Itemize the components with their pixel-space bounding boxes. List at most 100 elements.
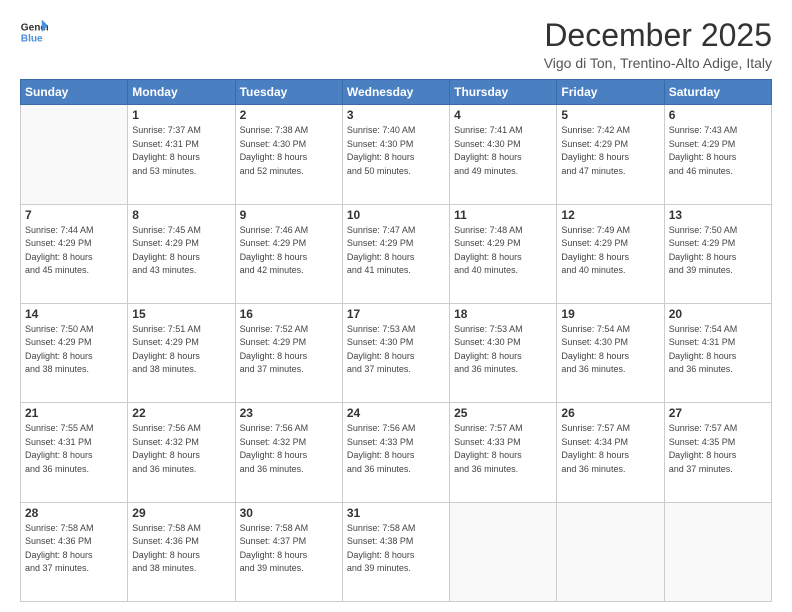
page: General Blue December 2025 Vigo di Ton, …	[0, 0, 792, 612]
day-info: Sunrise: 7:45 AM Sunset: 4:29 PM Dayligh…	[132, 224, 230, 278]
table-row	[664, 502, 771, 601]
day-info: Sunrise: 7:56 AM Sunset: 4:32 PM Dayligh…	[240, 422, 338, 476]
table-row: 20 Sunrise: 7:54 AM Sunset: 4:31 PM Dayli…	[664, 303, 771, 402]
table-row: 7 Sunrise: 7:44 AM Sunset: 4:29 PM Daylig…	[21, 204, 128, 303]
day-number: 10	[347, 208, 445, 222]
table-row: 6 Sunrise: 7:43 AM Sunset: 4:29 PM Daylig…	[664, 105, 771, 204]
day-info: Sunrise: 7:54 AM Sunset: 4:31 PM Dayligh…	[669, 323, 767, 377]
table-row: 28 Sunrise: 7:58 AM Sunset: 4:36 PM Dayli…	[21, 502, 128, 601]
day-info: Sunrise: 7:57 AM Sunset: 4:34 PM Dayligh…	[561, 422, 659, 476]
table-row: 13 Sunrise: 7:50 AM Sunset: 4:29 PM Dayli…	[664, 204, 771, 303]
calendar-week-row: 21 Sunrise: 7:55 AM Sunset: 4:31 PM Dayli…	[21, 403, 772, 502]
day-info: Sunrise: 7:43 AM Sunset: 4:29 PM Dayligh…	[669, 124, 767, 178]
day-number: 19	[561, 307, 659, 321]
day-info: Sunrise: 7:53 AM Sunset: 4:30 PM Dayligh…	[347, 323, 445, 377]
day-number: 27	[669, 406, 767, 420]
day-number: 14	[25, 307, 123, 321]
table-row: 23 Sunrise: 7:56 AM Sunset: 4:32 PM Dayli…	[235, 403, 342, 502]
day-number: 23	[240, 406, 338, 420]
day-info: Sunrise: 7:47 AM Sunset: 4:29 PM Dayligh…	[347, 224, 445, 278]
day-number: 30	[240, 506, 338, 520]
table-row: 27 Sunrise: 7:57 AM Sunset: 4:35 PM Dayli…	[664, 403, 771, 502]
col-thursday: Thursday	[450, 80, 557, 105]
day-info: Sunrise: 7:58 AM Sunset: 4:36 PM Dayligh…	[132, 522, 230, 576]
day-info: Sunrise: 7:40 AM Sunset: 4:30 PM Dayligh…	[347, 124, 445, 178]
table-row: 3 Sunrise: 7:40 AM Sunset: 4:30 PM Daylig…	[342, 105, 449, 204]
day-info: Sunrise: 7:50 AM Sunset: 4:29 PM Dayligh…	[25, 323, 123, 377]
table-row: 8 Sunrise: 7:45 AM Sunset: 4:29 PM Daylig…	[128, 204, 235, 303]
day-number: 18	[454, 307, 552, 321]
day-number: 13	[669, 208, 767, 222]
day-number: 6	[669, 108, 767, 122]
calendar-week-row: 7 Sunrise: 7:44 AM Sunset: 4:29 PM Daylig…	[21, 204, 772, 303]
table-row: 10 Sunrise: 7:47 AM Sunset: 4:29 PM Dayli…	[342, 204, 449, 303]
calendar-week-row: 1Sunrise: 7:37 AM Sunset: 4:31 PM Daylig…	[21, 105, 772, 204]
logo-icon: General Blue	[20, 18, 48, 46]
day-info: Sunrise: 7:56 AM Sunset: 4:33 PM Dayligh…	[347, 422, 445, 476]
calendar-table: Sunday Monday Tuesday Wednesday Thursday…	[20, 79, 772, 602]
col-friday: Friday	[557, 80, 664, 105]
day-number: 21	[25, 406, 123, 420]
table-row: 21 Sunrise: 7:55 AM Sunset: 4:31 PM Dayli…	[21, 403, 128, 502]
title-block: December 2025 Vigo di Ton, Trentino-Alto…	[544, 18, 772, 71]
table-row: 31Sunrise: 7:58 AM Sunset: 4:38 PM Dayli…	[342, 502, 449, 601]
day-number: 26	[561, 406, 659, 420]
day-info: Sunrise: 7:41 AM Sunset: 4:30 PM Dayligh…	[454, 124, 552, 178]
day-info: Sunrise: 7:57 AM Sunset: 4:35 PM Dayligh…	[669, 422, 767, 476]
table-row: 30 Sunrise: 7:58 AM Sunset: 4:37 PM Dayli…	[235, 502, 342, 601]
day-number: 8	[132, 208, 230, 222]
day-number: 28	[25, 506, 123, 520]
day-info: Sunrise: 7:46 AM Sunset: 4:29 PM Dayligh…	[240, 224, 338, 278]
day-number: 12	[561, 208, 659, 222]
day-info: Sunrise: 7:52 AM Sunset: 4:29 PM Dayligh…	[240, 323, 338, 377]
table-row: 17Sunrise: 7:53 AM Sunset: 4:30 PM Dayli…	[342, 303, 449, 402]
header: General Blue December 2025 Vigo di Ton, …	[20, 18, 772, 71]
day-number: 11	[454, 208, 552, 222]
day-info: Sunrise: 7:42 AM Sunset: 4:29 PM Dayligh…	[561, 124, 659, 178]
table-row: 9Sunrise: 7:46 AM Sunset: 4:29 PM Daylig…	[235, 204, 342, 303]
table-row	[450, 502, 557, 601]
day-number: 3	[347, 108, 445, 122]
day-info: Sunrise: 7:58 AM Sunset: 4:37 PM Dayligh…	[240, 522, 338, 576]
day-info: Sunrise: 7:44 AM Sunset: 4:29 PM Dayligh…	[25, 224, 123, 278]
table-row	[557, 502, 664, 601]
table-row: 4 Sunrise: 7:41 AM Sunset: 4:30 PM Daylig…	[450, 105, 557, 204]
table-row: 26 Sunrise: 7:57 AM Sunset: 4:34 PM Dayli…	[557, 403, 664, 502]
table-row: 29 Sunrise: 7:58 AM Sunset: 4:36 PM Dayli…	[128, 502, 235, 601]
table-row: 15Sunrise: 7:51 AM Sunset: 4:29 PM Dayli…	[128, 303, 235, 402]
table-row: 1Sunrise: 7:37 AM Sunset: 4:31 PM Daylig…	[128, 105, 235, 204]
day-number: 25	[454, 406, 552, 420]
table-row: 19 Sunrise: 7:54 AM Sunset: 4:30 PM Dayli…	[557, 303, 664, 402]
table-row: 5 Sunrise: 7:42 AM Sunset: 4:29 PM Daylig…	[557, 105, 664, 204]
col-tuesday: Tuesday	[235, 80, 342, 105]
day-number: 5	[561, 108, 659, 122]
day-info: Sunrise: 7:37 AM Sunset: 4:31 PM Dayligh…	[132, 124, 230, 178]
day-info: Sunrise: 7:54 AM Sunset: 4:30 PM Dayligh…	[561, 323, 659, 377]
col-sunday: Sunday	[21, 80, 128, 105]
day-info: Sunrise: 7:57 AM Sunset: 4:33 PM Dayligh…	[454, 422, 552, 476]
day-number: 7	[25, 208, 123, 222]
day-number: 4	[454, 108, 552, 122]
day-info: Sunrise: 7:50 AM Sunset: 4:29 PM Dayligh…	[669, 224, 767, 278]
day-info: Sunrise: 7:56 AM Sunset: 4:32 PM Dayligh…	[132, 422, 230, 476]
day-number: 24	[347, 406, 445, 420]
table-row: 24 Sunrise: 7:56 AM Sunset: 4:33 PM Dayli…	[342, 403, 449, 502]
col-monday: Monday	[128, 80, 235, 105]
day-info: Sunrise: 7:58 AM Sunset: 4:36 PM Dayligh…	[25, 522, 123, 576]
calendar-week-row: 28 Sunrise: 7:58 AM Sunset: 4:36 PM Dayli…	[21, 502, 772, 601]
table-row: 16Sunrise: 7:52 AM Sunset: 4:29 PM Dayli…	[235, 303, 342, 402]
table-row: 22 Sunrise: 7:56 AM Sunset: 4:32 PM Dayli…	[128, 403, 235, 502]
day-info: Sunrise: 7:58 AM Sunset: 4:38 PM Dayligh…	[347, 522, 445, 576]
day-number: 20	[669, 307, 767, 321]
svg-text:Blue: Blue	[21, 33, 43, 44]
table-row: 14 Sunrise: 7:50 AM Sunset: 4:29 PM Dayli…	[21, 303, 128, 402]
day-number: 22	[132, 406, 230, 420]
day-number: 29	[132, 506, 230, 520]
day-info: Sunrise: 7:38 AM Sunset: 4:30 PM Dayligh…	[240, 124, 338, 178]
table-row: 12 Sunrise: 7:49 AM Sunset: 4:29 PM Dayli…	[557, 204, 664, 303]
day-info: Sunrise: 7:49 AM Sunset: 4:29 PM Dayligh…	[561, 224, 659, 278]
table-row: 18Sunrise: 7:53 AM Sunset: 4:30 PM Dayli…	[450, 303, 557, 402]
calendar-header-row: Sunday Monday Tuesday Wednesday Thursday…	[21, 80, 772, 105]
day-info: Sunrise: 7:55 AM Sunset: 4:31 PM Dayligh…	[25, 422, 123, 476]
day-info: Sunrise: 7:51 AM Sunset: 4:29 PM Dayligh…	[132, 323, 230, 377]
